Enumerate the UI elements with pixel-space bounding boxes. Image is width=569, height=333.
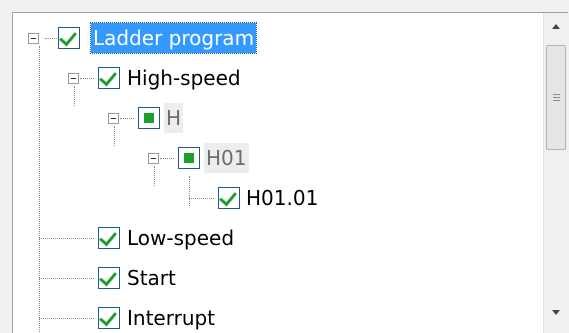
checkbox-interrupt[interactable] <box>98 307 120 329</box>
tree-line <box>160 158 174 159</box>
collapse-toggle-high-speed[interactable] <box>68 73 79 84</box>
checkmark-icon <box>99 227 117 247</box>
grip-icon <box>553 97 560 98</box>
vertical-scrollbar[interactable] <box>543 13 568 333</box>
arrow-down-icon <box>552 310 560 315</box>
tree-node-high-speed[interactable]: High-speed <box>125 63 243 93</box>
tree-line <box>154 166 155 186</box>
minus-icon <box>71 78 76 79</box>
checkbox-ladder-program[interactable] <box>58 27 80 49</box>
checkmark-icon <box>99 267 117 287</box>
minus-icon <box>111 118 116 119</box>
tree-line <box>39 46 40 333</box>
tree-line <box>39 318 94 319</box>
collapse-toggle-h01[interactable] <box>148 153 159 164</box>
checkmark-icon <box>99 67 117 87</box>
grip-icon <box>553 94 560 95</box>
collapse-toggle-h[interactable] <box>108 113 119 124</box>
scroll-up-button[interactable] <box>544 13 568 39</box>
grip-icon <box>553 100 560 101</box>
tree-node-h01[interactable]: H01 <box>204 143 249 173</box>
tree-line <box>39 238 94 239</box>
filled-square-icon <box>184 153 194 163</box>
filled-square-icon <box>144 113 154 123</box>
tree-node-ladder-program[interactable]: Ladder program <box>89 22 258 54</box>
tree-node-low-speed[interactable]: Low-speed <box>125 223 236 253</box>
tree-view[interactable]: Ladder program High-speed H H01 H01.01 L… <box>12 12 568 333</box>
checkmark-icon <box>219 187 237 207</box>
checkbox-low-speed[interactable] <box>98 227 120 249</box>
tree-line <box>120 118 134 119</box>
tree-node-h01-01[interactable]: H01.01 <box>244 183 320 213</box>
checkbox-h[interactable] <box>138 107 160 129</box>
checkmark-icon <box>59 27 77 47</box>
checkbox-high-speed[interactable] <box>98 67 120 89</box>
tree-line <box>189 176 190 206</box>
tree-node-start[interactable]: Start <box>125 263 178 293</box>
tree-line <box>114 126 115 146</box>
scroll-down-button[interactable] <box>544 300 568 326</box>
collapse-toggle-ladder-program[interactable] <box>28 33 39 44</box>
tree-line <box>80 78 94 79</box>
checkbox-h01-01[interactable] <box>218 187 240 209</box>
tree-node-interrupt[interactable]: Interrupt <box>125 303 217 333</box>
tree-line <box>45 38 59 39</box>
tree-line <box>74 86 75 106</box>
checkbox-h01[interactable] <box>178 147 200 169</box>
tree-line <box>189 198 214 199</box>
tree-node-h[interactable]: H <box>164 103 184 133</box>
minus-icon <box>151 158 156 159</box>
checkmark-icon <box>99 307 117 327</box>
arrow-up-icon <box>552 24 560 29</box>
tree-line <box>39 278 94 279</box>
scroll-thumb[interactable] <box>546 45 566 150</box>
minus-icon <box>31 38 36 39</box>
checkbox-start[interactable] <box>98 267 120 289</box>
